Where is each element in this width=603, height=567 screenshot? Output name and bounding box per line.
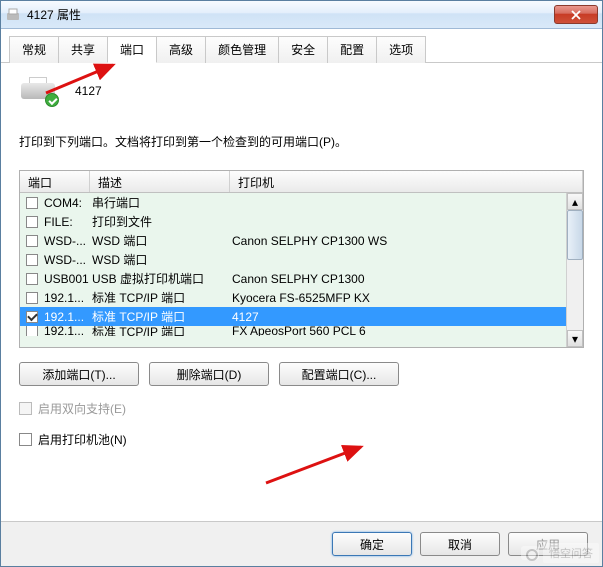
tab-4[interactable]: 颜色管理 (205, 36, 279, 63)
printer-cell: Kyocera FS-6525MFP KX (232, 291, 583, 305)
port-row-checkbox[interactable] (26, 254, 38, 266)
bidi-checkbox (19, 402, 32, 415)
watermark: 悟空问答 (521, 543, 599, 563)
printer-header-row: 4127 (19, 77, 584, 105)
port-row-checkbox[interactable] (26, 273, 38, 285)
camera-icon (521, 546, 539, 560)
window-title: 4127 属性 (27, 6, 554, 23)
delete-port-button[interactable]: 删除端口(D) (149, 362, 269, 386)
add-port-button[interactable]: 添加端口(T)... (19, 362, 139, 386)
scrollbar[interactable]: ▴ ▾ (566, 193, 583, 347)
port-row[interactable]: 192.1...标准 TCP/IP 端口FX ApeosPort 560 PCL… (20, 326, 583, 336)
watermark-text: 悟空问答 (543, 543, 599, 563)
port-cell: 192.1... (44, 291, 92, 305)
port-row[interactable]: 192.1...标准 TCP/IP 端口Kyocera FS-6525MFP K… (20, 288, 583, 307)
printer-cell: FX ApeosPort 560 PCL 6 (232, 326, 583, 336)
printer-cell: 4127 (232, 310, 583, 324)
port-row[interactable]: USB001USB 虚拟打印机端口Canon SELPHY CP1300 (20, 269, 583, 288)
list-body: COM4:串行端口FILE:打印到文件WSD-...WSD 端口Canon SE… (20, 193, 583, 348)
desc-cell: 标准 TCP/IP 端口 (92, 326, 232, 336)
tab-5[interactable]: 安全 (278, 36, 328, 63)
port-cell: 192.1... (44, 326, 92, 336)
port-row[interactable]: COM4:串行端口 (20, 193, 583, 212)
port-list[interactable]: 端口 描述 打印机 COM4:串行端口FILE:打印到文件WSD-...WSD … (19, 170, 584, 348)
printer-titlebar-icon (5, 7, 21, 23)
tab-content: 4127 打印到下列端口。文档将打印到第一个检查到的可用端口(P)。 端口 描述… (1, 63, 602, 521)
port-row[interactable]: 192.1...标准 TCP/IP 端口4127 (20, 307, 583, 326)
bidi-checkbox-row: 启用双向支持(E) (19, 400, 584, 417)
pool-checkbox-row[interactable]: 启用打印机池(N) (19, 431, 584, 448)
pool-checkbox[interactable] (19, 433, 32, 446)
port-cell: USB001 (44, 272, 92, 286)
tab-3[interactable]: 高级 (156, 36, 206, 63)
port-cell: 192.1... (44, 310, 92, 324)
port-row-checkbox[interactable] (26, 326, 38, 336)
list-header: 端口 描述 打印机 (20, 171, 583, 193)
port-row-checkbox[interactable] (26, 311, 38, 323)
desc-cell: 串行端口 (92, 194, 232, 211)
desc-cell: WSD 端口 (92, 232, 232, 249)
port-row-checkbox[interactable] (26, 292, 38, 304)
tab-7[interactable]: 选项 (376, 36, 426, 63)
printer-cell: Canon SELPHY CP1300 (232, 272, 583, 286)
port-row[interactable]: WSD-...WSD 端口 (20, 250, 583, 269)
bidi-label: 启用双向支持(E) (38, 400, 126, 417)
port-button-row: 添加端口(T)... 删除端口(D) 配置端口(C)... (19, 362, 584, 386)
tab-strip: 常规共享端口高级颜色管理安全配置选项 (1, 29, 602, 63)
tab-2[interactable]: 端口 (107, 36, 157, 63)
desc-cell: 标准 TCP/IP 端口 (92, 289, 232, 306)
desc-cell: WSD 端口 (92, 251, 232, 268)
printer-cell: Canon SELPHY CP1300 WS (232, 234, 583, 248)
col-printer[interactable]: 打印机 (230, 171, 583, 192)
scroll-down-arrow[interactable]: ▾ (567, 330, 583, 347)
port-row[interactable]: FILE:打印到文件 (20, 212, 583, 231)
port-cell: WSD-... (44, 253, 92, 267)
properties-dialog: 4127 属性 常规共享端口高级颜色管理安全配置选项 4127 打印到下列端口。… (0, 0, 603, 567)
port-row-checkbox[interactable] (26, 216, 38, 228)
pool-label: 启用打印机池(N) (38, 431, 127, 448)
printer-name: 4127 (75, 84, 102, 98)
col-port[interactable]: 端口 (20, 171, 90, 192)
port-cell: WSD-... (44, 234, 92, 248)
scroll-thumb[interactable] (567, 210, 583, 260)
port-row[interactable]: WSD-...WSD 端口Canon SELPHY CP1300 WS (20, 231, 583, 250)
close-icon (571, 10, 581, 20)
close-button[interactable] (554, 5, 598, 24)
port-row-checkbox[interactable] (26, 235, 38, 247)
port-cell: FILE: (44, 215, 92, 229)
titlebar: 4127 属性 (1, 1, 602, 29)
instruction-text: 打印到下列端口。文档将打印到第一个检查到的可用端口(P)。 (19, 133, 584, 150)
printer-icon (19, 77, 57, 105)
annotation-arrow-configure (261, 441, 381, 494)
desc-cell: 打印到文件 (92, 213, 232, 230)
scroll-up-arrow[interactable]: ▴ (567, 193, 583, 210)
configure-port-button[interactable]: 配置端口(C)... (279, 362, 399, 386)
desc-cell: 标准 TCP/IP 端口 (92, 308, 232, 325)
cancel-button[interactable]: 取消 (420, 532, 500, 556)
ok-button[interactable]: 确定 (332, 532, 412, 556)
tab-6[interactable]: 配置 (327, 36, 377, 63)
port-row-checkbox[interactable] (26, 197, 38, 209)
dialog-footer: 确定 取消 应用 (1, 521, 602, 566)
desc-cell: USB 虚拟打印机端口 (92, 270, 232, 287)
tab-0[interactable]: 常规 (9, 36, 59, 63)
port-cell: COM4: (44, 196, 92, 210)
tab-1[interactable]: 共享 (58, 36, 108, 63)
col-desc[interactable]: 描述 (90, 171, 230, 192)
